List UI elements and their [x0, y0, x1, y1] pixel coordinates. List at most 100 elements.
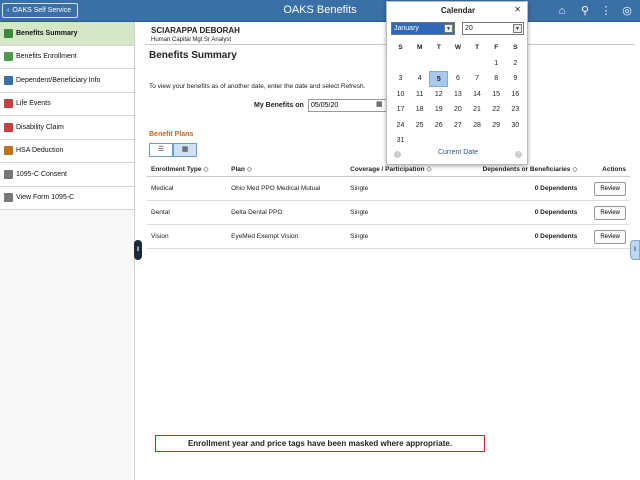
- table-cell-coverage: Single: [346, 224, 456, 249]
- review-button[interactable]: Review: [594, 229, 626, 244]
- calendar-day[interactable]: 15: [487, 87, 506, 103]
- column-header[interactable]: Enrollment Type ◇: [147, 162, 228, 177]
- current-date-link[interactable]: Current Date: [391, 149, 525, 161]
- grid-view-icon[interactable]: ▦: [173, 143, 197, 157]
- calendar-day[interactable]: 6: [448, 71, 467, 87]
- masking-note: Enrollment year and price tags have been…: [155, 435, 485, 452]
- review-button[interactable]: Review: [594, 205, 626, 220]
- collapse-sidebar-handle[interactable]: ‖: [134, 240, 142, 260]
- year-select-value: 20: [465, 25, 473, 32]
- calendar-day[interactable]: 9: [506, 71, 525, 87]
- year-select[interactable]: 20 ▼: [462, 22, 524, 35]
- sidebar-item[interactable]: HSA Deduction: [0, 139, 134, 163]
- column-header-label: Coverage / Participation: [350, 166, 425, 173]
- calendar-day[interactable]: 5: [429, 71, 449, 87]
- menu-icon[interactable]: ⋮: [599, 4, 613, 18]
- calendar-day[interactable]: 21: [468, 102, 487, 118]
- calendar-empty-cell: [429, 56, 448, 72]
- chevron-down-icon: ▼: [513, 24, 522, 33]
- calendar-day[interactable]: 31: [391, 133, 410, 149]
- table-cell-type: Medical: [147, 176, 228, 201]
- calendar-empty-cell: [506, 133, 525, 149]
- sidebar-item[interactable]: 1095-C Consent: [0, 163, 134, 187]
- column-header: Actions: [581, 162, 630, 177]
- home-icon[interactable]: ⌂: [555, 4, 569, 18]
- month-select[interactable]: January ▼: [391, 22, 455, 35]
- calendar-day[interactable]: 12: [429, 87, 448, 103]
- calendar-day[interactable]: 19: [429, 102, 448, 118]
- calendar-day[interactable]: 22: [487, 102, 506, 118]
- calendar-day[interactable]: 2: [506, 56, 525, 72]
- sidebar-item-label: View Form 1095-C: [16, 194, 75, 202]
- table-cell-dependents: 0 Dependents: [455, 200, 582, 225]
- benefits-summary-icon: [4, 28, 13, 38]
- column-header-label: Enrollment Type: [151, 166, 202, 173]
- calendar-empty-cell: [487, 133, 506, 149]
- sidebar-item[interactable]: Benefits Summary: [0, 22, 134, 46]
- calendar-day[interactable]: 23: [506, 102, 525, 118]
- sort-icon[interactable]: ◇: [203, 166, 208, 173]
- calendar-day[interactable]: 17: [391, 102, 410, 118]
- calendar-day[interactable]: 30: [506, 118, 525, 134]
- calendar-day[interactable]: 18: [410, 102, 429, 118]
- next-month-icon[interactable]: ›: [515, 151, 522, 158]
- weekday-label: F: [494, 44, 499, 51]
- search-icon[interactable]: ⚲: [578, 4, 592, 18]
- sidebar-item[interactable]: Life Events: [0, 92, 134, 116]
- instructions-text: To view your benefits as of another date…: [149, 83, 366, 90]
- calendar-day[interactable]: 3: [391, 71, 410, 87]
- calendar-day[interactable]: 7: [468, 71, 487, 87]
- calendar-day[interactable]: 13: [448, 87, 467, 103]
- calendar-day[interactable]: 27: [448, 118, 467, 134]
- weekday-label: T: [436, 44, 441, 51]
- navbar-icon[interactable]: ◎: [620, 4, 634, 18]
- sidebar-item-label: Benefits Summary: [16, 29, 78, 37]
- calendar-day[interactable]: 26: [429, 118, 448, 134]
- expand-panel-handle[interactable]: ‖: [630, 240, 640, 260]
- weekday-label: S: [398, 44, 403, 51]
- calendar-day[interactable]: 20: [448, 102, 467, 118]
- calendar-empty-cell: [410, 133, 429, 149]
- employee-title: Human Capital Mgt Sr Analyst: [151, 37, 232, 43]
- list-view-icon[interactable]: ☰: [149, 143, 173, 157]
- calendar-day[interactable]: 16: [506, 87, 525, 103]
- calendar-week: 31: [391, 133, 525, 149]
- calendar-icon[interactable]: ▦: [376, 100, 383, 108]
- calendar-day[interactable]: 29: [487, 118, 506, 134]
- calendar-week: 24 25 26 27 28 29 30: [391, 118, 525, 134]
- weekday-label: M: [416, 44, 423, 51]
- weekday-label: W: [454, 44, 461, 51]
- sort-icon[interactable]: ◇: [427, 166, 432, 173]
- calendar-day[interactable]: 25: [410, 118, 429, 134]
- form-icon: [4, 193, 13, 203]
- sidebar-item-label: Life Events: [16, 100, 51, 108]
- close-icon[interactable]: ✕: [514, 5, 521, 14]
- calendar-day[interactable]: 24: [391, 118, 410, 134]
- column-header[interactable]: Plan ◇: [227, 162, 347, 177]
- calendar-day[interactable]: 4: [410, 71, 429, 87]
- calendar-day[interactable]: 8: [487, 71, 506, 87]
- sidebar-item[interactable]: Benefits Enrollment: [0, 45, 134, 69]
- consent-icon: [4, 169, 13, 179]
- sort-icon[interactable]: ◇: [247, 166, 252, 173]
- calendar-day[interactable]: 10: [391, 87, 410, 103]
- table-cell-plan: Delta Dental PPO: [227, 200, 347, 225]
- life-events-icon: [4, 99, 13, 109]
- calendar-day[interactable]: 14: [468, 87, 487, 103]
- calendar-empty-cell: [429, 133, 448, 149]
- enrollment-icon: [4, 52, 13, 62]
- app-title: OAKS Benefits: [283, 4, 357, 16]
- table-cell-coverage: Single: [346, 200, 456, 225]
- dependents-icon: [4, 75, 13, 85]
- sort-icon[interactable]: ◇: [572, 166, 577, 173]
- review-button[interactable]: Review: [594, 181, 626, 196]
- calendar-day[interactable]: 1: [487, 56, 506, 72]
- calendar-day[interactable]: 28: [468, 118, 487, 134]
- sidebar-item[interactable]: View Form 1095-C: [0, 186, 134, 210]
- sidebar-item[interactable]: Disability Claim: [0, 116, 134, 140]
- table-cell-dependents: 0 Dependents: [455, 176, 582, 201]
- calendar-empty-cell: [448, 133, 467, 149]
- employee-name: SCIARAPPA DEBORAH: [151, 26, 240, 35]
- calendar-day[interactable]: 11: [410, 87, 429, 103]
- sidebar-item[interactable]: Dependent/Beneficiary Info: [0, 69, 134, 93]
